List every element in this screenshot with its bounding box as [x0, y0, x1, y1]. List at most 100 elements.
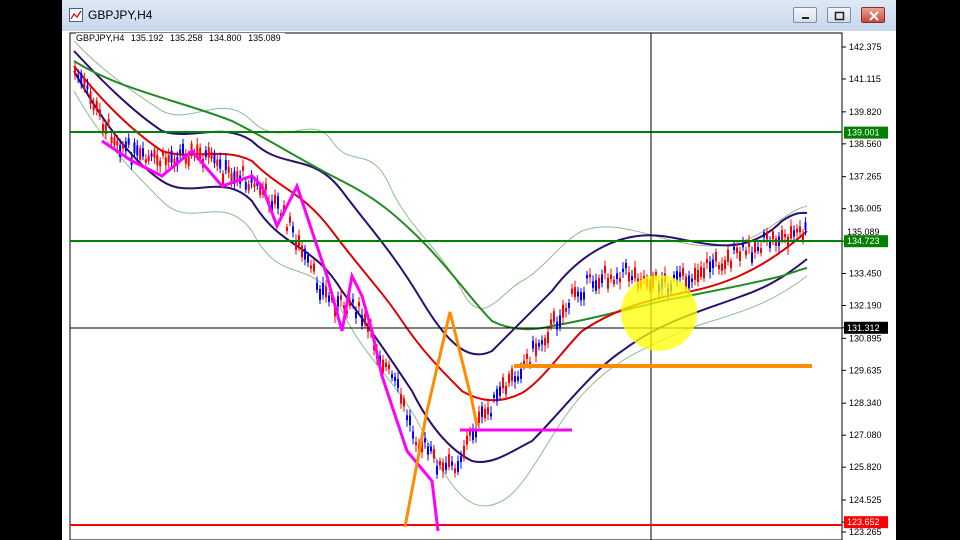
- candle-body: [216, 159, 219, 166]
- candle-body: [490, 413, 492, 417]
- candle-body: [622, 268, 624, 272]
- candle-body: [547, 332, 549, 344]
- candle-body: [427, 446, 429, 455]
- candle-body: [364, 314, 366, 325]
- candle-body: [709, 261, 711, 272]
- candle-body: [700, 266, 702, 278]
- price-tick-label: 124.525: [849, 495, 882, 505]
- candle-body: [313, 263, 315, 272]
- minimize-icon: [802, 17, 809, 19]
- candle-body: [631, 276, 633, 281]
- candle-body: [454, 468, 456, 473]
- candle-body: [77, 74, 80, 79]
- plot-frame: [69, 32, 843, 540]
- candle-body: [403, 398, 405, 407]
- candle-body: [442, 462, 444, 472]
- candle-body: [571, 288, 573, 294]
- candle-body: [691, 278, 693, 282]
- candle-body: [559, 315, 561, 328]
- candle-body: [721, 263, 723, 271]
- candle-body: [502, 377, 504, 389]
- candle-body: [439, 461, 441, 466]
- close-button[interactable]: [861, 7, 885, 23]
- candle-body: [544, 338, 546, 346]
- candle-body: [748, 241, 750, 247]
- window-title: GBPJPY,H4: [88, 8, 153, 22]
- candle-body: [182, 143, 184, 155]
- chart-canvas[interactable]: 142.375 141.115 139.820 138.560 137.265 136.0…: [62, 31, 896, 540]
- candle-body: [153, 150, 156, 158]
- candle-body: [487, 407, 489, 415]
- candle-body: [142, 148, 144, 157]
- candle-body: [337, 296, 339, 307]
- candle-body: [787, 236, 789, 249]
- candle-body: [745, 250, 747, 256]
- candle-body: [520, 369, 522, 379]
- candle-body: [307, 255, 309, 263]
- candle-body: [712, 259, 714, 269]
- candle-body: [496, 389, 498, 402]
- candle-body: [739, 251, 741, 261]
- candle-body: [577, 291, 579, 297]
- candle-body: [706, 259, 708, 264]
- candle-body: [274, 194, 276, 205]
- candle-body: [574, 287, 576, 298]
- candle-body: [102, 124, 104, 132]
- candle-body: [397, 378, 399, 388]
- candle-body: [116, 141, 119, 146]
- minimize-button[interactable]: [793, 7, 817, 23]
- maximize-button[interactable]: [827, 7, 851, 23]
- candle-body: [634, 267, 636, 279]
- price-tick-label: 136.005: [849, 204, 882, 214]
- candle-body: [127, 138, 130, 145]
- candle-body: [385, 362, 387, 368]
- price-chart[interactable]: 142.375 141.115 139.820 138.560 137.265 136.0…: [62, 31, 896, 540]
- price-marker-label-h3: 131.312: [847, 323, 880, 333]
- candle-body: [322, 282, 324, 295]
- candle-body: [460, 456, 462, 463]
- candle-body: [793, 230, 795, 237]
- candle-body: [553, 311, 555, 322]
- price-marker-label-h4: 123.652: [847, 517, 880, 527]
- candle-body: [340, 295, 342, 300]
- candle-body: [724, 260, 726, 270]
- symbol-label: GBPJPY,H4: [76, 33, 125, 43]
- candle-body: [358, 302, 360, 307]
- candle-body: [316, 282, 318, 290]
- candle-body: [463, 446, 465, 459]
- title-bar[interactable]: GBPJPY,H4: [62, 0, 896, 32]
- candle-body: [760, 248, 762, 254]
- candle-body: [83, 78, 86, 88]
- candle-body: [754, 241, 756, 253]
- candle-body: [616, 273, 618, 280]
- candle-body: [589, 274, 591, 278]
- candle-body: [113, 137, 116, 146]
- candle-body: [733, 246, 735, 250]
- price-tick-label: 138.560: [849, 139, 882, 149]
- candle-body: [412, 431, 414, 439]
- candle-body: [110, 136, 113, 144]
- candle-body: [718, 265, 720, 270]
- candle-body: [122, 145, 124, 149]
- candle-body: [457, 461, 459, 472]
- high-value: 135.258: [169, 33, 203, 43]
- candle-body: [355, 312, 357, 319]
- candle-body: [199, 147, 202, 160]
- candle-body: [124, 141, 127, 152]
- chart-window-icon: [69, 8, 83, 22]
- candle-body: [694, 267, 696, 280]
- candle-body: [179, 149, 182, 154]
- close-icon: [869, 11, 879, 21]
- price-tick-label: 132.190: [849, 300, 882, 310]
- candle-body: [86, 85, 89, 90]
- price-tick-label: 123.265: [849, 527, 882, 537]
- candle-body: [535, 343, 537, 356]
- highlight-circle: [621, 275, 697, 351]
- candle-body: [95, 100, 98, 110]
- candle-body: [730, 260, 732, 269]
- candle-body: [625, 262, 627, 269]
- candle-body: [139, 148, 142, 160]
- candle-body: [493, 394, 495, 398]
- candle-body: [210, 151, 213, 159]
- candle-body: [98, 109, 101, 117]
